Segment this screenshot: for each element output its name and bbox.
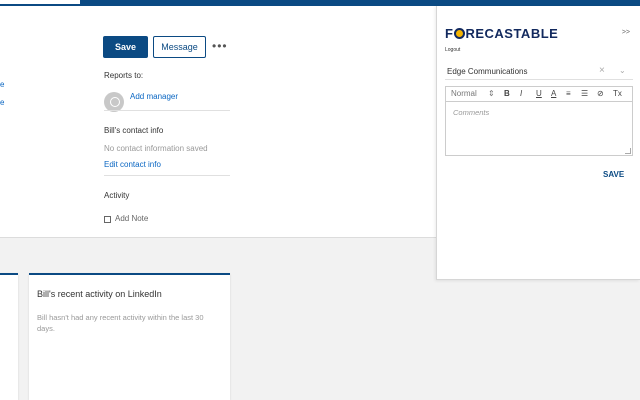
forecastable-logo: F RECASTABLE <box>445 26 559 41</box>
more-options-icon[interactable]: ••• <box>212 39 228 53</box>
note-icon[interactable] <box>104 216 111 223</box>
message-button[interactable]: Message <box>153 36 206 58</box>
clear-icon[interactable]: × <box>599 65 605 76</box>
add-manager-link[interactable]: Add manager <box>130 92 178 101</box>
card-body: Bill hasn't had any recent activity with… <box>37 313 204 333</box>
italic-icon[interactable]: I <box>520 89 522 98</box>
contact-info-heading: Bill's contact info <box>104 126 164 135</box>
divider <box>104 175 230 176</box>
no-contact-text: No contact information saved <box>104 144 208 153</box>
logout-link[interactable]: Logout <box>445 47 460 53</box>
manager-avatar-icon <box>104 92 124 112</box>
editor-toolbar: Normal ⇕ B I U A ≡ ☰ ⊘ Tx <box>446 87 632 102</box>
divider <box>104 110 230 111</box>
sidebar-link-2[interactable]: e <box>0 98 4 107</box>
card-title: Bill's recent activity on LinkedIn <box>37 289 162 299</box>
collapse-panel-icon[interactable]: >> <box>622 29 630 36</box>
clear-format-icon[interactable]: Tx <box>613 89 622 98</box>
panel-save-button[interactable]: SAVE <box>603 170 624 179</box>
text-color-icon[interactable]: A <box>551 89 556 98</box>
edit-contact-link[interactable]: Edit contact info <box>104 160 161 169</box>
recent-activity-card: Bill's recent activity on LinkedIn Bill … <box>29 273 230 400</box>
format-arrow-icon[interactable]: ⇕ <box>488 89 495 98</box>
ordered-list-icon[interactable]: ≡ <box>566 89 571 98</box>
underline-icon[interactable]: U <box>536 89 542 98</box>
format-select[interactable]: Normal <box>451 89 477 98</box>
save-button[interactable]: Save <box>103 36 148 58</box>
logo-target-icon <box>453 28 465 39</box>
comments-editor[interactable]: Normal ⇕ B I U A ≡ ☰ ⊘ Tx Comments <box>445 86 633 156</box>
left-card-edge <box>0 273 18 400</box>
company-select[interactable]: Edge Communications × ⌄ <box>445 64 633 80</box>
add-note-link[interactable]: Add Note <box>115 214 148 223</box>
company-value: Edge Communications <box>447 67 528 76</box>
top-nav-gap <box>0 0 80 4</box>
resize-handle-icon[interactable] <box>625 148 631 154</box>
comments-placeholder: Comments <box>453 108 490 117</box>
chevron-down-icon[interactable]: ⌄ <box>619 66 626 75</box>
bullet-list-icon[interactable]: ☰ <box>581 89 588 98</box>
link-icon[interactable]: ⊘ <box>597 89 604 98</box>
sidebar-link-1[interactable]: e <box>0 80 4 89</box>
reports-to-label: Reports to: <box>104 71 144 80</box>
activity-heading: Activity <box>104 191 130 200</box>
bold-icon[interactable]: B <box>504 89 510 98</box>
forecastable-panel: F RECASTABLE Logout >> Edge Communication… <box>436 6 640 280</box>
